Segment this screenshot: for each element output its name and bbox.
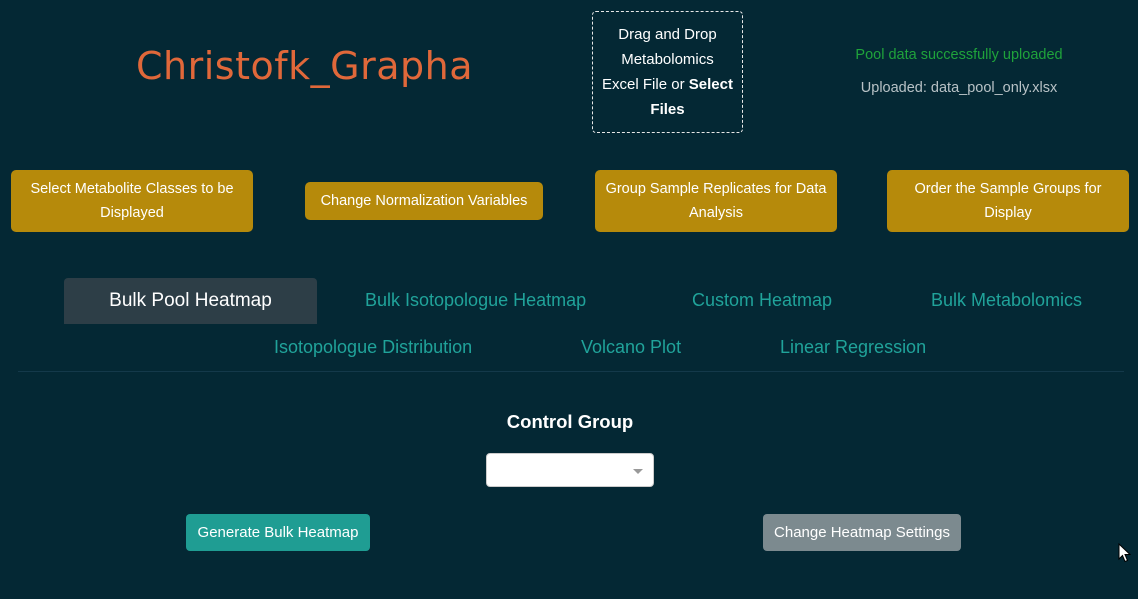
group-replicates-button[interactable]: Group Sample Replicates for Data Analysi… xyxy=(595,170,837,232)
mouse-pointer-icon xyxy=(1118,543,1132,563)
tab-linear-regression[interactable]: Linear Regression xyxy=(780,337,926,358)
order-groups-button[interactable]: Order the Sample Groups for Display xyxy=(887,170,1129,232)
upload-text-line2: Metabolomics xyxy=(621,51,714,68)
control-group-label: Control Group xyxy=(506,411,634,432)
select-files-link-2[interactable]: Files xyxy=(650,101,684,118)
upload-text-line1: Drag and Drop xyxy=(618,26,717,43)
generate-bulk-heatmap-button[interactable]: Generate Bulk Heatmap xyxy=(186,514,370,551)
tab-bulk-isotopologue-heatmap[interactable]: Bulk Isotopologue Heatmap xyxy=(365,290,586,311)
select-files-link[interactable]: Select xyxy=(689,76,733,93)
chevron-down-icon xyxy=(633,469,643,474)
tab-isotopologue-distribution[interactable]: Isotopologue Distribution xyxy=(274,337,472,358)
select-metabolite-classes-button[interactable]: Select Metabolite Classes to be Displaye… xyxy=(11,170,253,232)
tab-custom-heatmap[interactable]: Custom Heatmap xyxy=(692,290,832,311)
tab-bulk-metabolomics[interactable]: Bulk Metabolomics xyxy=(931,290,1082,311)
app-title: Christofk_Grapha xyxy=(136,44,473,88)
upload-text-line4: Files xyxy=(593,97,742,122)
upload-text-line3: Excel File or Select xyxy=(593,72,742,97)
tabs-divider xyxy=(18,371,1124,372)
tab-bulk-pool-heatmap[interactable]: Bulk Pool Heatmap xyxy=(64,278,317,324)
tab-volcano-plot[interactable]: Volcano Plot xyxy=(581,337,681,358)
upload-dropzone[interactable]: Drag and Drop Metabolomics Excel File or… xyxy=(592,11,743,133)
upload-status-message: Pool data successfully uploaded xyxy=(855,47,1063,63)
change-normalization-button[interactable]: Change Normalization Variables xyxy=(305,182,543,220)
change-heatmap-settings-button[interactable]: Change Heatmap Settings xyxy=(763,514,961,551)
control-group-select[interactable] xyxy=(486,453,654,487)
upload-text-prefix: Excel File or xyxy=(602,76,689,93)
uploaded-filename: Uploaded: data_pool_only.xlsx xyxy=(860,80,1058,96)
